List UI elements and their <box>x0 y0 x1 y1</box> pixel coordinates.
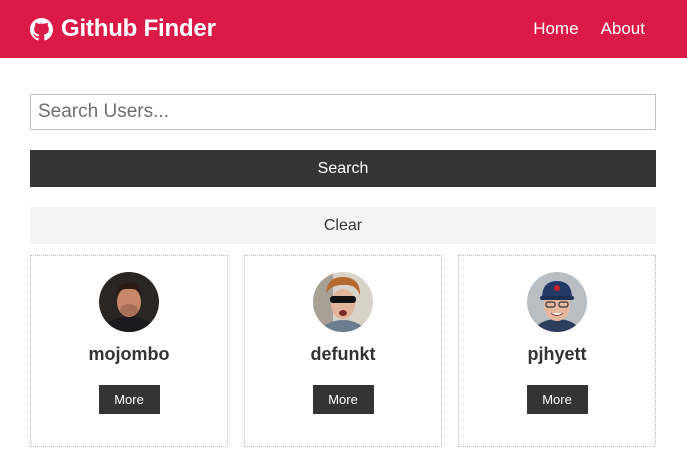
github-icon <box>30 17 53 41</box>
user-card: mojombo More <box>30 255 228 447</box>
clear-button[interactable]: Clear <box>30 207 656 244</box>
navbar: Github Finder Home About <box>0 0 687 58</box>
avatar <box>527 272 587 332</box>
more-button[interactable]: More <box>526 385 588 414</box>
more-button[interactable]: More <box>98 385 160 414</box>
search-input[interactable] <box>30 94 656 130</box>
user-card: defunkt More <box>244 255 442 447</box>
nav-link-about[interactable]: About <box>601 19 645 39</box>
more-button[interactable]: More <box>312 385 374 414</box>
user-grid: mojombo More defunkt More pjhyett More <box>30 255 656 447</box>
search-button[interactable]: Search <box>30 150 656 187</box>
avatar <box>99 272 159 332</box>
username: mojombo <box>88 344 170 364</box>
nav-link-home[interactable]: Home <box>533 19 578 39</box>
brand[interactable]: Github Finder <box>30 15 216 43</box>
nav-links: Home About <box>533 19 645 39</box>
username: pjhyett <box>527 344 587 364</box>
username: defunkt <box>310 344 376 364</box>
search-form: Search Clear <box>30 94 656 244</box>
avatar <box>313 272 373 332</box>
brand-title: Github Finder <box>61 15 216 42</box>
user-card: pjhyett More <box>458 255 656 447</box>
